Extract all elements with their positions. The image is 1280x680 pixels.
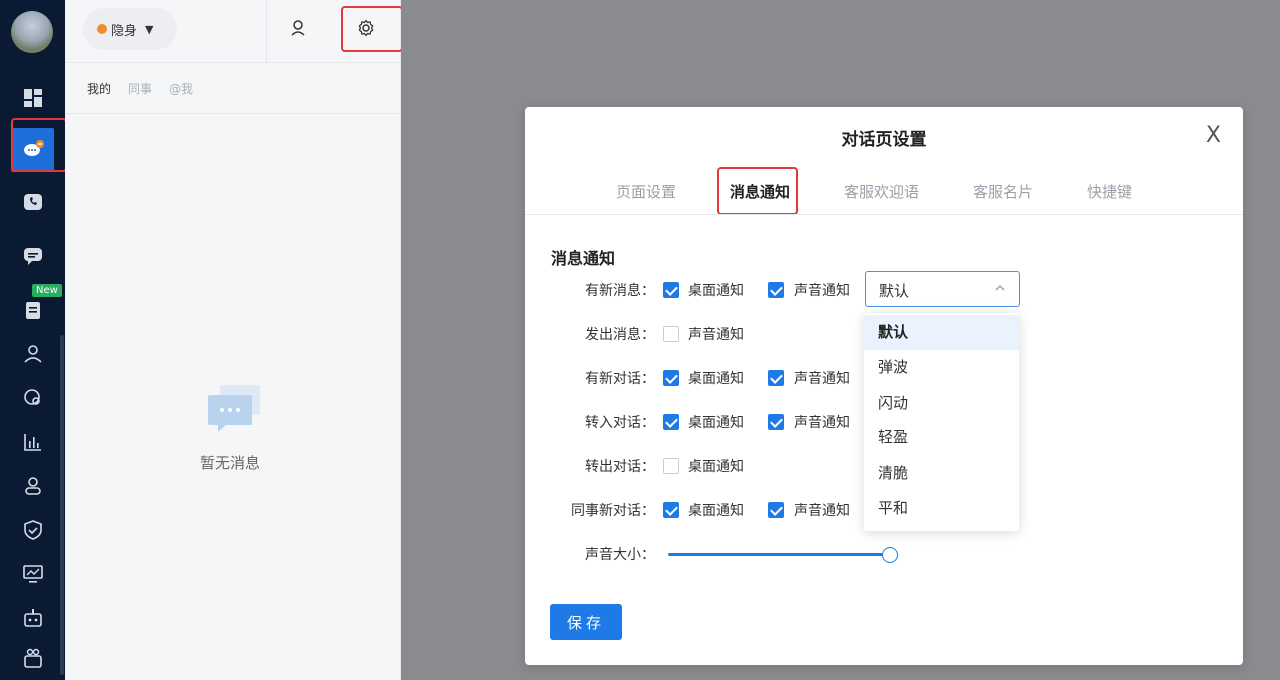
user-icon[interactable]: [0, 332, 65, 376]
highlight-box: [11, 118, 67, 172]
avatar[interactable]: [11, 11, 53, 53]
desktop-notify-checkbox[interactable]: [663, 414, 679, 430]
apps-icon[interactable]: [0, 636, 65, 680]
checkbox-label: 桌面通知: [688, 459, 744, 475]
row-label: 有新对话：: [585, 371, 655, 387]
new-badge: New: [32, 284, 62, 297]
phone-icon[interactable]: [0, 181, 65, 225]
save-button[interactable]: 保存: [550, 604, 622, 640]
rail-scrollbar[interactable]: [60, 335, 64, 675]
divider: [65, 113, 401, 114]
divider: [266, 0, 267, 62]
chevron-down-icon: ▼: [145, 22, 154, 36]
sound-notify-checkbox[interactable]: [768, 502, 784, 518]
sound-select-value: 默认: [879, 282, 910, 300]
sound-option[interactable]: 默认: [864, 315, 1019, 350]
row-label: 有新消息：: [585, 283, 655, 299]
row-label: 转入对话：: [585, 415, 655, 431]
sound-option[interactable]: 闪动: [864, 386, 1019, 421]
status-label: 隐身: [111, 23, 138, 39]
checkbox-label: 桌面通知: [688, 371, 744, 387]
highlight-box: [717, 167, 798, 215]
contact-icon[interactable]: [285, 14, 313, 42]
divider: [65, 62, 401, 63]
status-selector[interactable]: 隐身 ▼: [83, 8, 177, 50]
tab-agent-card[interactable]: 客服名片: [973, 181, 1033, 202]
chevron-up-icon: [995, 285, 1005, 291]
row-label: 发出消息：: [585, 327, 655, 343]
sound-options-dropdown: 默认 弹波 闪动 轻盈 清脆 平和: [864, 313, 1019, 531]
volume-slider-track[interactable]: [668, 553, 890, 556]
conversation-list-pane: 隐身 ▼ 我的 同事 @我 暂无消息: [65, 0, 401, 680]
tab-colleagues[interactable]: 同事: [128, 80, 152, 97]
status-dot-icon: [97, 24, 107, 34]
sound-option[interactable]: 平和: [864, 491, 1019, 526]
sound-notify-checkbox[interactable]: [768, 370, 784, 386]
tab-page-settings[interactable]: 页面设置: [616, 181, 676, 202]
message-icon[interactable]: [0, 234, 65, 278]
desktop-notify-checkbox[interactable]: [663, 502, 679, 518]
empty-chat-icon: [199, 385, 269, 437]
dialog-title: 对话页设置: [841, 130, 927, 150]
section-title: 消息通知: [551, 249, 616, 268]
close-icon[interactable]: X: [1206, 125, 1221, 147]
desktop-notify-checkbox[interactable]: [663, 282, 679, 298]
checkbox-label: 声音通知: [794, 503, 850, 519]
row-label: 同事新对话：: [571, 503, 655, 519]
sound-option[interactable]: 弹波: [864, 350, 1019, 385]
desktop-notify-checkbox[interactable]: [663, 458, 679, 474]
sound-notify-checkbox[interactable]: [663, 326, 679, 342]
sound-option[interactable]: 清脆: [864, 456, 1019, 491]
row-label: 转出对话：: [585, 459, 655, 475]
checkbox-label: 声音通知: [794, 283, 850, 299]
checkbox-label: 声音通知: [688, 327, 744, 343]
tab-mine[interactable]: 我的: [87, 80, 111, 97]
list-tabs: 我的 同事 @我: [87, 80, 193, 97]
checkbox-label: 桌面通知: [688, 283, 744, 299]
tab-mentions[interactable]: @我: [169, 80, 193, 97]
checkbox-label: 声音通知: [794, 371, 850, 387]
sound-notify-checkbox[interactable]: [768, 414, 784, 430]
left-rail: New: [0, 0, 65, 680]
checkbox-label: 桌面通知: [688, 503, 744, 519]
sound-option[interactable]: 轻盈: [864, 420, 1019, 455]
monitor-icon[interactable]: [0, 552, 65, 596]
checkbox-label: 声音通知: [794, 415, 850, 431]
tab-shortcuts[interactable]: 快捷键: [1087, 181, 1132, 202]
checkbox-label: 桌面通知: [688, 415, 744, 431]
team-icon[interactable]: [0, 464, 65, 508]
sound-select[interactable]: 默认: [865, 271, 1020, 307]
volume-slider-thumb[interactable]: [882, 547, 898, 563]
stats-icon[interactable]: [0, 420, 65, 464]
sound-notify-checkbox[interactable]: [768, 282, 784, 298]
divider: [525, 214, 1243, 215]
dashboard-icon[interactable]: [0, 76, 65, 120]
shield-icon[interactable]: [0, 508, 65, 552]
robot-icon[interactable]: [0, 596, 65, 640]
search-chat-icon[interactable]: [0, 376, 65, 420]
tab-welcome-message[interactable]: 客服欢迎语: [844, 181, 919, 202]
dialog-tabs: 页面设置 消息通知 客服欢迎语 客服名片 快捷键: [525, 177, 1243, 215]
volume-label: 声音大小：: [585, 547, 655, 563]
empty-state-text: 暂无消息: [200, 454, 261, 472]
highlight-box: [341, 6, 403, 52]
desktop-notify-checkbox[interactable]: [663, 370, 679, 386]
